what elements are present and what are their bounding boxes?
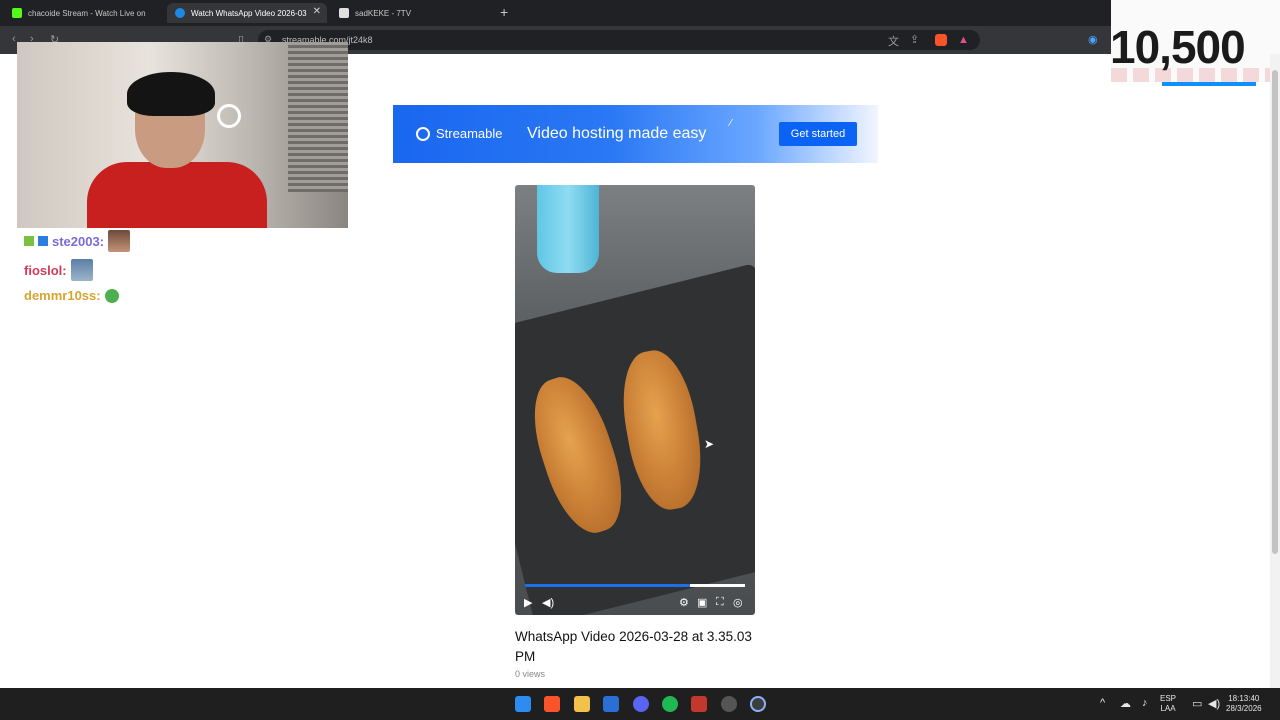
scrollbar-thumb[interactable] bbox=[1272, 70, 1278, 554]
video-title: WhatsApp Video 2026-03-28 at 3.35.03 PM bbox=[515, 629, 752, 664]
volume-icon[interactable]: ◀) bbox=[542, 596, 554, 609]
fullscreen-icon[interactable]: ⛶ bbox=[716, 596, 724, 609]
chat-username: ste2003: bbox=[52, 233, 105, 249]
webcam-overlay bbox=[17, 42, 348, 228]
brave-browser-icon[interactable] bbox=[544, 696, 560, 712]
new-tab-button[interactable]: + bbox=[500, 4, 508, 20]
close-tab-icon[interactable]: ✕ bbox=[313, 6, 321, 17]
tab-title: Watch WhatsApp Video 2026-03 bbox=[191, 8, 307, 18]
chat-message: demmr10ss: bbox=[24, 288, 119, 303]
discord-icon[interactable] bbox=[633, 696, 649, 712]
tab-title: sadKEKE - 7TV bbox=[355, 8, 412, 18]
pip-icon[interactable]: ▣ bbox=[697, 596, 707, 609]
microphone-icon[interactable]: ♪ bbox=[1142, 697, 1148, 709]
spotify-icon[interactable] bbox=[662, 696, 678, 712]
loading-spinner-icon bbox=[217, 104, 241, 128]
badge-icon bbox=[38, 236, 48, 246]
brave-rewards-icon[interactable]: ▲ bbox=[958, 34, 969, 46]
chat-message: ste2003: bbox=[24, 230, 131, 252]
steam-icon[interactable] bbox=[721, 696, 737, 712]
audio-icon[interactable]: ◉ bbox=[1088, 33, 1098, 46]
streamable-logo-icon[interactable]: ◎ bbox=[733, 596, 743, 609]
tab-whatsapp-video[interactable]: Watch WhatsApp Video 2026-03 ✕ bbox=[167, 3, 327, 23]
clock-date: 28/3/2026 bbox=[1226, 704, 1262, 713]
banner-brand: Streamable bbox=[436, 126, 503, 141]
counter-value: 10,500 bbox=[1110, 21, 1246, 73]
video-frame-bottle bbox=[537, 185, 599, 273]
header-button[interactable] bbox=[1162, 82, 1256, 86]
streamable-logo-icon bbox=[416, 126, 430, 141]
video-progress-fill bbox=[525, 584, 690, 587]
kick-icon bbox=[12, 8, 22, 18]
keyboard-layout: LAA bbox=[1160, 704, 1176, 713]
emote-icon bbox=[70, 259, 93, 281]
get-started-button[interactable]: Get started bbox=[779, 122, 857, 146]
tab-title: chacoide Stream - Watch Live on bbox=[28, 8, 146, 18]
streamable-icon bbox=[175, 8, 185, 18]
streamer-hair bbox=[127, 72, 215, 116]
obs-capture-icon[interactable] bbox=[691, 696, 707, 712]
back-icon[interactable]: ‹ bbox=[12, 33, 16, 45]
play-icon[interactable]: ▶ bbox=[524, 596, 532, 609]
bing-icon[interactable] bbox=[603, 696, 619, 712]
settings-icon[interactable]: ⚙ bbox=[679, 596, 689, 609]
badge-icon bbox=[24, 236, 34, 246]
taskbar-clock[interactable]: 18:13:40 28/3/2026 bbox=[1226, 694, 1262, 714]
app-icon[interactable] bbox=[750, 696, 766, 712]
video-player[interactable]: ➤ bbox=[515, 185, 755, 615]
brave-shields-icon[interactable] bbox=[935, 34, 947, 46]
chevron-up-icon[interactable]: ^ bbox=[1100, 697, 1105, 709]
video-views: 0 views bbox=[515, 669, 546, 679]
chat-username: demmr10ss: bbox=[24, 288, 101, 303]
emote-icon bbox=[108, 230, 131, 252]
chat-username: fioslol: bbox=[24, 262, 67, 278]
windows-start-icon[interactable] bbox=[515, 696, 531, 712]
streamer-shirt bbox=[87, 162, 267, 228]
chat-message: fioslol: bbox=[24, 259, 93, 281]
share-icon[interactable]: ⇪ bbox=[910, 33, 919, 46]
clock-time: 18:13:40 bbox=[1228, 694, 1260, 703]
language-indicator[interactable]: ESP LAA bbox=[1160, 694, 1176, 714]
window-blinds bbox=[288, 42, 348, 192]
lang-code: ESP bbox=[1160, 694, 1177, 703]
file-explorer-icon[interactable] bbox=[574, 696, 590, 712]
mouse-cursor-icon: ➤ bbox=[704, 437, 715, 451]
emote-icon bbox=[104, 288, 119, 303]
banner-logo: Streamable bbox=[416, 126, 502, 141]
tab-chacoide-stream[interactable]: chacoide Stream - Watch Live on bbox=[4, 3, 164, 23]
7tv-icon bbox=[339, 8, 349, 18]
onedrive-icon[interactable]: ☁ bbox=[1120, 697, 1131, 710]
translate-icon[interactable]: 文 bbox=[888, 33, 899, 49]
network-icon[interactable]: ▭ bbox=[1192, 697, 1202, 710]
sparkle-icon: ⁄ bbox=[730, 118, 732, 129]
speaker-icon[interactable]: ◀) bbox=[1208, 697, 1220, 710]
banner-tagline: Video hosting made easy bbox=[527, 125, 707, 142]
tab-sadkeke-7tv[interactable]: sadKEKE - 7TV bbox=[331, 3, 491, 23]
